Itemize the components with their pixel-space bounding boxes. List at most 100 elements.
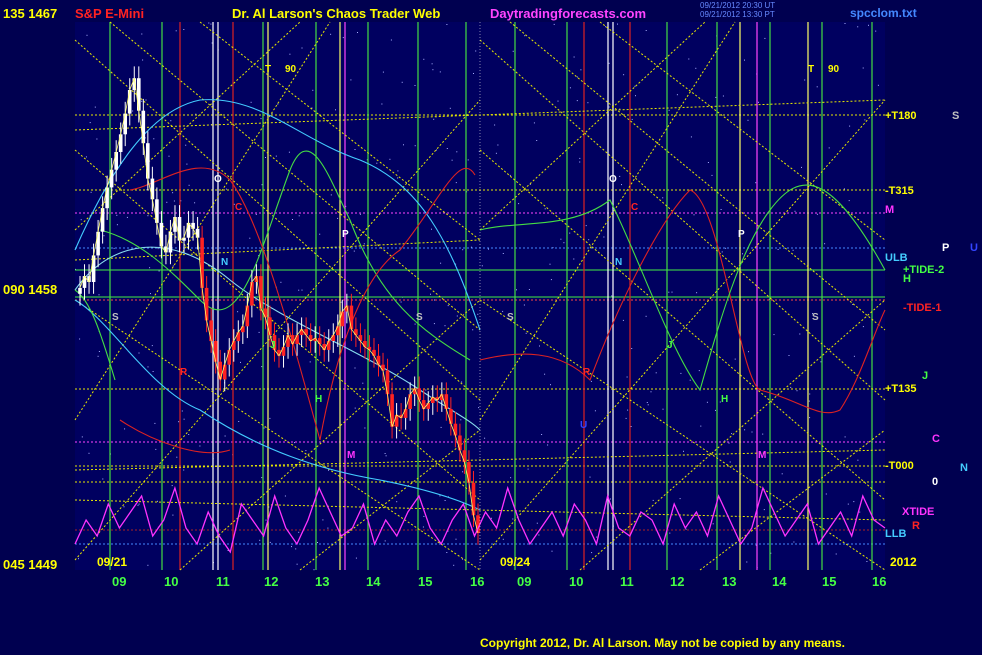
candle-body	[295, 335, 299, 344]
star	[261, 366, 263, 368]
candle-body	[250, 282, 254, 306]
star	[462, 558, 464, 560]
star	[794, 210, 796, 212]
star	[527, 468, 529, 470]
star	[523, 304, 525, 306]
star	[188, 434, 190, 435]
star	[608, 62, 610, 64]
candle-body	[191, 222, 195, 229]
planet-marker: R	[180, 367, 188, 378]
star	[512, 50, 514, 52]
candle-body	[385, 370, 390, 395]
star	[396, 501, 398, 503]
star	[763, 509, 765, 511]
star	[804, 79, 806, 81]
star	[154, 422, 156, 424]
star	[781, 473, 783, 475]
planet-marker: S	[416, 312, 423, 323]
star	[484, 437, 486, 439]
star	[544, 373, 546, 375]
hour-tick-label: 09	[112, 574, 127, 589]
star	[261, 184, 263, 186]
star	[617, 23, 618, 25]
star	[97, 355, 99, 357]
candle-body	[168, 231, 173, 253]
star	[512, 518, 514, 520]
star	[685, 528, 687, 530]
star	[652, 499, 654, 501]
star	[725, 247, 727, 249]
star	[449, 107, 451, 109]
star	[849, 125, 851, 127]
candle-body	[213, 341, 218, 362]
star	[646, 402, 648, 403]
star	[425, 389, 427, 391]
date-label-1: 09/21	[97, 555, 128, 569]
star	[729, 461, 731, 463]
candle-body	[290, 335, 295, 344]
star	[319, 233, 321, 235]
right-label: XTIDE	[902, 506, 935, 518]
star	[790, 386, 792, 388]
candle-body	[263, 308, 268, 318]
star	[249, 237, 251, 239]
star	[645, 30, 647, 31]
star	[157, 248, 159, 250]
star	[363, 243, 365, 245]
star	[516, 289, 517, 291]
star	[194, 202, 196, 204]
y-top-label: 135 1467	[3, 6, 58, 21]
star	[862, 326, 864, 328]
star	[609, 498, 611, 500]
star	[563, 242, 565, 244]
right-label: R	[912, 520, 920, 532]
candle-body	[100, 208, 105, 232]
star	[354, 149, 356, 150]
star	[434, 299, 435, 301]
hour-tick-label: 11	[620, 574, 634, 589]
star	[440, 426, 442, 428]
star	[298, 215, 300, 217]
star	[317, 542, 318, 543]
star	[744, 429, 746, 431]
star	[382, 71, 384, 73]
star	[147, 215, 149, 217]
star	[431, 63, 433, 65]
star	[758, 101, 759, 103]
star	[809, 417, 811, 419]
candle-body	[426, 403, 430, 409]
candle-body	[358, 335, 363, 341]
star	[589, 476, 591, 478]
star	[621, 184, 622, 186]
star	[456, 315, 458, 317]
star	[188, 184, 190, 186]
candle-body	[91, 255, 96, 282]
chart-canvas	[0, 0, 982, 650]
star	[296, 563, 298, 565]
star	[94, 106, 96, 108]
star	[816, 86, 818, 88]
file-name: spcclom.txt	[850, 6, 917, 20]
star	[473, 73, 474, 74]
star	[80, 219, 82, 221]
star	[359, 213, 361, 215]
star	[777, 249, 779, 250]
star	[397, 177, 399, 179]
candle-body	[159, 222, 164, 247]
star	[313, 569, 315, 571]
star	[172, 265, 174, 267]
site-link[interactable]: Daytradingforecasts.com	[490, 6, 646, 21]
planet-marker: C	[631, 202, 639, 213]
star	[712, 523, 714, 525]
star	[549, 263, 551, 265]
star	[260, 118, 262, 120]
planet-marker: P	[738, 229, 745, 240]
star	[414, 145, 416, 147]
planet-marker: P	[342, 229, 349, 240]
star	[178, 421, 180, 423]
star	[423, 58, 425, 60]
star	[573, 56, 575, 58]
star	[650, 391, 652, 393]
star	[862, 67, 864, 69]
star	[88, 452, 90, 454]
